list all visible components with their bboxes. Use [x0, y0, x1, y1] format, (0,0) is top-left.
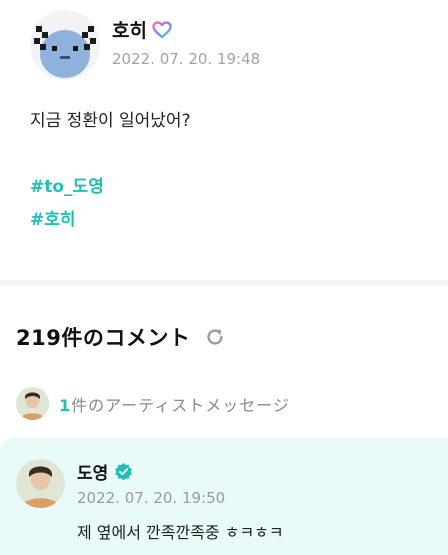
fan-post: 호히 2022. 07. 20. 19:48 지금 정환이 일어났어? #to_… [0, 0, 448, 280]
section-divider [0, 280, 448, 286]
post-body-text: 지금 정환이 일어났어? [30, 111, 191, 131]
hashtag-link[interactable]: #to_도영 [30, 172, 104, 197]
artist-message-toggle[interactable]: 1件のアーティストメッセージ [16, 387, 290, 420]
heart-badge-icon [152, 20, 172, 38]
artist-message-count: 1 [59, 395, 72, 415]
comments-header: 219件のコメント [16, 322, 226, 352]
post-timestamp: 2022. 07. 20. 19:48 [112, 50, 261, 68]
hashtag-link[interactable]: #호히 [30, 205, 76, 230]
post-author-name: 호히 [112, 20, 147, 42]
artist-avatar [16, 387, 49, 420]
comment-author[interactable]: 도영 [77, 459, 133, 484]
artist-message-text: 件のアーティストメッセージ [71, 395, 290, 415]
comment-author-avatar[interactable] [16, 459, 65, 508]
comment-author-name: 도영 [77, 464, 109, 484]
comment-body-text: 제 옆에서 깐족깐족중 ㅎㅋㅎㅋ [77, 523, 284, 542]
author-avatar[interactable] [30, 10, 100, 80]
artist-message-label: 1件のアーティストメッセージ [59, 392, 290, 416]
verified-badge-icon [115, 462, 133, 481]
post-author[interactable]: 호히 [112, 16, 172, 43]
axolotl-avatar-image [30, 10, 100, 80]
comment-timestamp: 2022. 07. 20. 19:50 [77, 489, 226, 507]
comments-count-label: 219件のコメント [16, 326, 191, 350]
refresh-icon[interactable] [204, 326, 226, 348]
artist-photo [16, 459, 65, 508]
artist-comment-card: 도영 2022. 07. 20. 19:50 제 옆에서 깐족깐족중 ㅎㅋㅎㅋ [0, 437, 448, 555]
artist-photo [16, 387, 49, 420]
